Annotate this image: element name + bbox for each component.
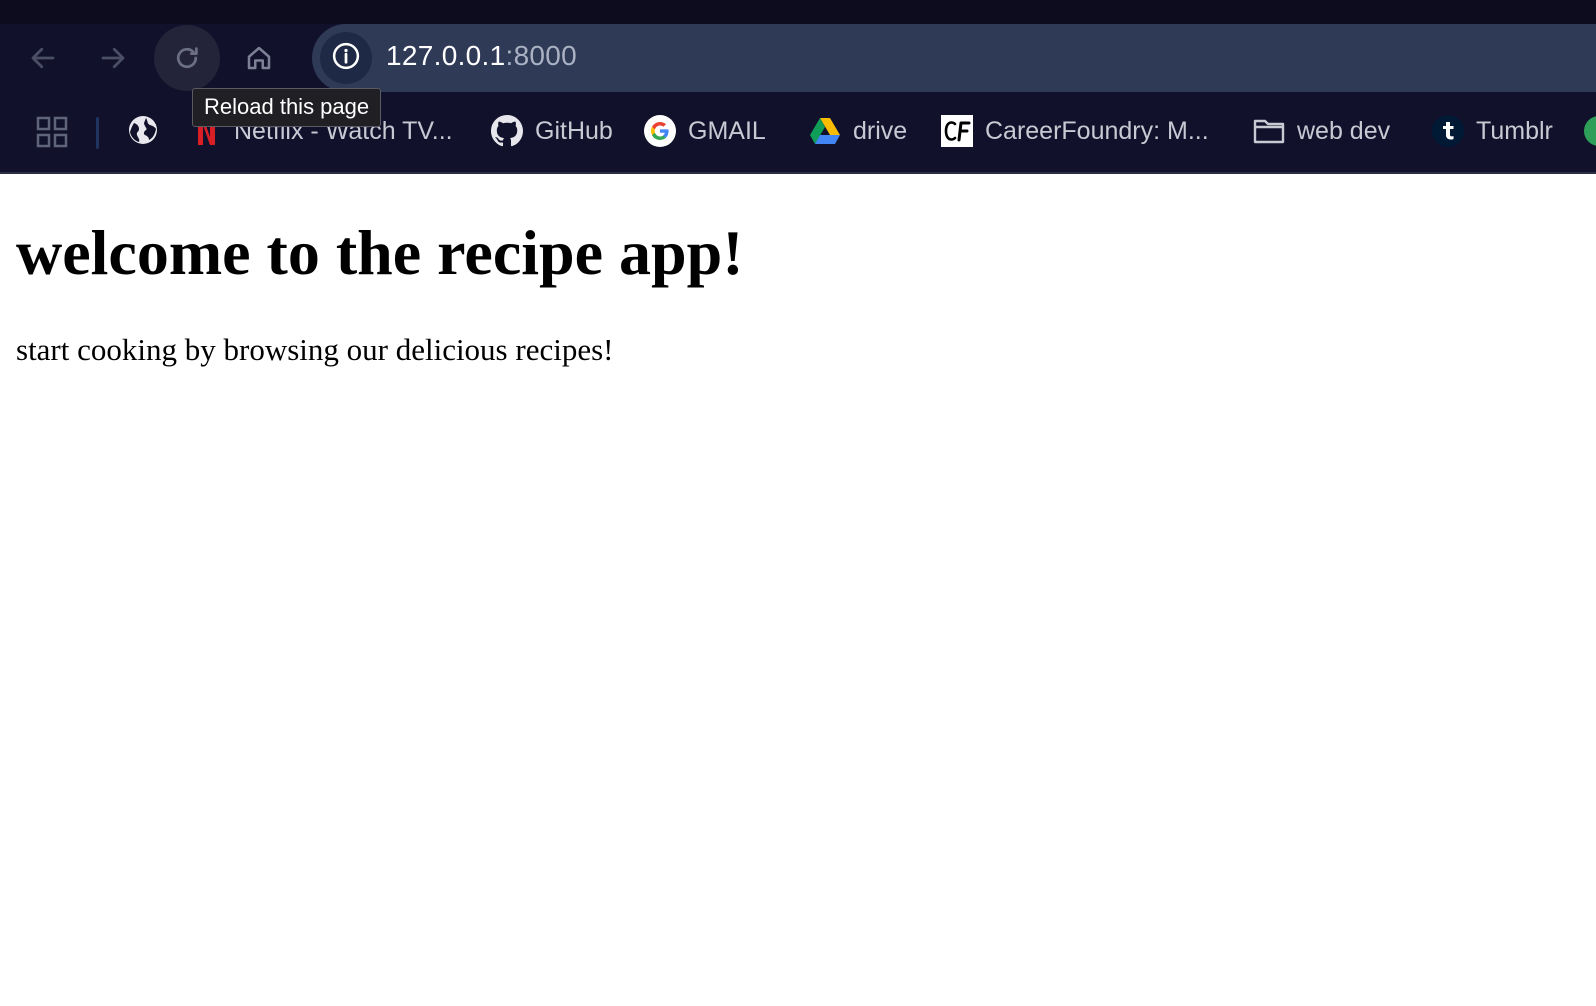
reload-button[interactable] bbox=[154, 25, 220, 91]
tab-strip bbox=[0, 0, 1596, 24]
forward-button[interactable] bbox=[80, 25, 146, 91]
home-icon bbox=[244, 43, 274, 73]
reload-tooltip: Reload this page bbox=[192, 88, 382, 127]
folder-icon bbox=[1253, 115, 1285, 147]
bookmark-label: GMAIL bbox=[688, 116, 766, 145]
back-arrow-icon bbox=[28, 43, 58, 73]
bookmark-gmail[interactable]: GMAIL bbox=[644, 113, 766, 149]
reload-icon bbox=[172, 43, 202, 73]
bookmark-label: Tumblr bbox=[1476, 116, 1553, 145]
forward-arrow-icon bbox=[98, 43, 128, 73]
apps-grid-icon[interactable] bbox=[36, 116, 68, 153]
info-icon bbox=[331, 41, 361, 76]
back-button[interactable] bbox=[10, 25, 76, 91]
bookmark-label: CareerFoundry: M... bbox=[985, 116, 1209, 145]
page-title: welcome to the recipe app! bbox=[16, 217, 744, 288]
browser-toolbar: 127.0.0.1:8000 Netflix - Watch TV... Git… bbox=[0, 0, 1596, 174]
address-bar[interactable]: 127.0.0.1:8000 bbox=[312, 24, 1596, 92]
bookmark-label: web dev bbox=[1297, 116, 1391, 145]
careerfoundry-icon bbox=[941, 115, 973, 147]
google-icon bbox=[644, 115, 676, 147]
bookmark-label: drive bbox=[853, 116, 908, 145]
url-text[interactable]: 127.0.0.1:8000 bbox=[386, 40, 577, 72]
home-button[interactable] bbox=[226, 25, 292, 91]
bookmark-folder-web-dev[interactable]: web dev bbox=[1253, 113, 1390, 149]
google-drive-icon bbox=[809, 115, 841, 147]
url-host: 127.0.0.1 bbox=[386, 40, 506, 71]
bookmark-tumblr[interactable]: Tumblr bbox=[1432, 113, 1553, 149]
bookmark-label: GitHub bbox=[535, 116, 613, 145]
tumblr-icon bbox=[1432, 115, 1464, 147]
page-content: welcome to the recipe app! start cooking… bbox=[0, 174, 1596, 1006]
bookmark-drive[interactable]: drive bbox=[809, 113, 907, 149]
bookmarks-divider bbox=[96, 117, 99, 149]
bookmark-careerfoundry[interactable]: CareerFoundry: M... bbox=[941, 113, 1209, 149]
site-info-button[interactable] bbox=[320, 32, 372, 84]
url-port: :8000 bbox=[505, 40, 578, 71]
github-icon bbox=[491, 115, 523, 147]
bookmark-partial-icon[interactable] bbox=[1584, 116, 1596, 146]
page-subtitle: start cooking by browsing our delicious … bbox=[16, 332, 614, 367]
bookmark-github[interactable]: GitHub bbox=[491, 113, 613, 149]
globe-icon[interactable] bbox=[127, 114, 159, 151]
